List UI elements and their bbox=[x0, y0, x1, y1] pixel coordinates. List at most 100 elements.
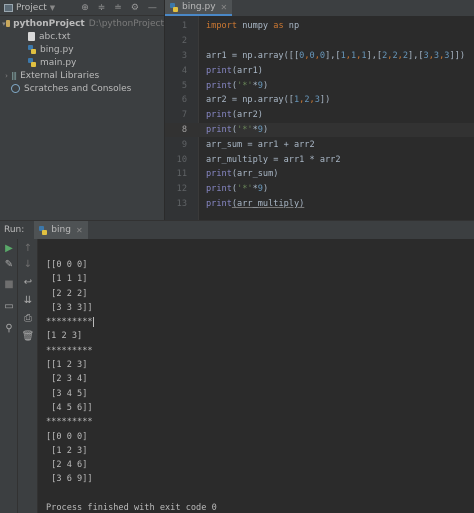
code-text: arr_sum = arr1 + arr2 bbox=[206, 139, 315, 150]
arrow-up-icon[interactable]: ↑ bbox=[18, 243, 38, 255]
console-output[interactable]: [[0 0 0] [1 1 1] [2 2 2] [3 3 3]] ******… bbox=[46, 258, 217, 513]
console-line: [1 2 3] bbox=[46, 331, 83, 342]
code-line-current[interactable]: 8 print('*'*9) bbox=[165, 122, 474, 138]
layout-icon[interactable]: ▭ bbox=[0, 301, 18, 313]
run-header: Run: bing ✕ bbox=[0, 221, 474, 239]
tree-item-bing-py[interactable]: bing.py bbox=[0, 43, 164, 56]
pin-icon[interactable]: ⚲ bbox=[0, 323, 18, 335]
line-number: 11 bbox=[176, 169, 187, 180]
wrench-icon[interactable]: ✎ bbox=[0, 259, 18, 271]
tab-run-bing[interactable]: bing ✕ bbox=[34, 221, 88, 239]
line-number: 2 bbox=[181, 36, 187, 47]
tree-item-label: main.py bbox=[40, 57, 77, 68]
code-text: print('*'*9) bbox=[206, 184, 269, 195]
close-icon[interactable]: ✕ bbox=[76, 226, 83, 235]
console-line: [1 1 1] bbox=[46, 274, 88, 285]
code-text: arr2 = np.array([1,2,3]) bbox=[206, 95, 331, 106]
code-line[interactable]: 2 bbox=[165, 34, 474, 49]
run-panel: Run: bing ✕ ▶ ✎ ■ ▭ ⚲ ↑ ↓ ↩ ⇊ ⎙ 🗑 [[0 0 … bbox=[0, 220, 474, 513]
console-line: [[0 0 0] bbox=[46, 431, 88, 442]
run-toolbar-primary: ▶ ✎ ■ ▭ ⚲ bbox=[0, 239, 18, 513]
expand-all-icon[interactable]: ≑ bbox=[98, 3, 106, 13]
console-line: ********* bbox=[46, 316, 94, 328]
line-number: 6 bbox=[181, 95, 187, 106]
console-line: [2 4 6] bbox=[46, 460, 88, 471]
stop-icon[interactable]: ■ bbox=[0, 279, 18, 291]
hide-icon[interactable]: — bbox=[148, 3, 157, 13]
code-line[interactable]: 13 print(arr_multiply) bbox=[165, 197, 474, 212]
project-panel-title[interactable]: Project bbox=[16, 3, 47, 13]
console-line: Process finished with exit code 0 bbox=[46, 503, 217, 513]
python-file-icon bbox=[39, 225, 48, 235]
python-file-icon bbox=[28, 58, 36, 67]
tree-item-label: External Libraries bbox=[20, 70, 100, 81]
code-text: print(arr_multiply) bbox=[206, 198, 305, 209]
tree-item-path: D:\pythonProject bbox=[88, 18, 164, 29]
project-panel: Project ▼ ⊕ ≑ ≐ ⚙ — ▾ pythonProject D:\p… bbox=[0, 0, 165, 220]
console-line: [3 3 3]] bbox=[46, 302, 93, 313]
tree-item-scratches[interactable]: Scratches and Consoles bbox=[0, 82, 164, 95]
print-icon[interactable]: ⎙ bbox=[18, 313, 38, 325]
tree-item-label: pythonProject bbox=[13, 18, 85, 29]
console-line: ********* bbox=[46, 417, 93, 428]
project-toolbar: Project ▼ ⊕ ≑ ≐ ⚙ — bbox=[0, 0, 164, 16]
code-text: import numpy as np bbox=[206, 21, 300, 32]
code-text: print('*'*9) bbox=[206, 124, 269, 135]
line-number: 1 bbox=[181, 21, 187, 32]
code-line[interactable]: 1 import numpy as np bbox=[165, 19, 474, 34]
trash-icon[interactable]: 🗑 bbox=[18, 331, 38, 343]
console-line: [[1 2 3] bbox=[46, 360, 88, 371]
code-line[interactable]: 5 print('*'*9) bbox=[165, 78, 474, 93]
gear-icon[interactable]: ⚙ bbox=[131, 3, 139, 13]
text-file-icon bbox=[28, 32, 35, 41]
line-number: 13 bbox=[176, 198, 187, 209]
code-text: print(arr_sum) bbox=[206, 169, 279, 180]
line-number: 3 bbox=[181, 50, 187, 61]
line-number: 7 bbox=[181, 110, 187, 121]
tree-item-main-py[interactable]: main.py bbox=[0, 56, 164, 69]
scratches-icon bbox=[11, 84, 20, 93]
code-line[interactable]: 11 print(arr_sum) bbox=[165, 167, 474, 182]
tab-bing-py[interactable]: bing.py ✕ bbox=[165, 0, 233, 16]
line-number: 9 bbox=[181, 139, 187, 150]
editor-tabs: bing.py ✕ bbox=[165, 0, 474, 16]
code-line[interactable]: 6 arr2 = np.array([1,2,3]) bbox=[165, 93, 474, 108]
run-toolbar-secondary: ↑ ↓ ↩ ⇊ ⎙ 🗑 bbox=[18, 239, 38, 513]
code-text: print('*'*9) bbox=[206, 80, 269, 91]
close-icon[interactable]: ✕ bbox=[221, 3, 228, 12]
tree-item-abc-txt[interactable]: abc.txt bbox=[0, 30, 164, 43]
code-line[interactable]: 10 arr_multiply = arr1 * arr2 bbox=[165, 152, 474, 167]
console-line: [4 5 6]] bbox=[46, 402, 93, 413]
arrow-down-icon[interactable]: ↓ bbox=[18, 259, 38, 271]
tree-item-pythonproject[interactable]: ▾ pythonProject D:\pythonProject bbox=[0, 17, 164, 30]
code-line[interactable]: 12 print('*'*9) bbox=[165, 182, 474, 197]
code-line[interactable]: 9 arr_sum = arr1 + arr2 bbox=[165, 137, 474, 152]
editor-panel: bing.py ✕ 1 import numpy as np 2 3 arr1 … bbox=[165, 0, 474, 220]
code-line[interactable]: 7 print(arr2) bbox=[165, 108, 474, 123]
console-line: [[0 0 0] bbox=[46, 260, 88, 270]
scroll-to-end-icon[interactable]: ⇊ bbox=[18, 295, 38, 307]
code-area[interactable]: 1 import numpy as np 2 3 arr1 = np.array… bbox=[165, 16, 474, 220]
line-number: 5 bbox=[181, 80, 187, 91]
tree-item-label: abc.txt bbox=[39, 31, 71, 42]
soft-wrap-icon[interactable]: ↩ bbox=[18, 277, 38, 289]
code-line[interactable]: 4 print(arr1) bbox=[165, 63, 474, 78]
code-lines[interactable]: 1 import numpy as np 2 3 arr1 = np.array… bbox=[165, 19, 474, 211]
console-line: [2 3 4] bbox=[46, 374, 88, 385]
locate-icon[interactable]: ⊕ bbox=[81, 3, 89, 13]
line-number: 4 bbox=[181, 65, 187, 76]
code-text: arr_multiply = arr1 * arr2 bbox=[206, 154, 341, 165]
code-line[interactable]: 3 arr1 = np.array([[0,0,0],[1,1,1],[2,2,… bbox=[165, 49, 474, 64]
rerun-icon[interactable]: ▶ bbox=[0, 243, 18, 255]
console-line: [2 2 2] bbox=[46, 288, 88, 299]
chevron-down-icon[interactable]: ▼ bbox=[50, 4, 55, 12]
code-text: print(arr2) bbox=[206, 110, 263, 121]
console-line: [3 4 5] bbox=[46, 388, 88, 399]
collapse-all-icon[interactable]: ≐ bbox=[114, 3, 122, 13]
tree-item-external-libraries[interactable]: › ||| External Libraries bbox=[0, 69, 164, 82]
chevron-right-icon[interactable]: › bbox=[2, 72, 11, 80]
tree-item-label: Scratches and Consoles bbox=[24, 83, 132, 94]
python-file-icon bbox=[28, 45, 36, 54]
tree-item-label: bing.py bbox=[40, 44, 74, 55]
